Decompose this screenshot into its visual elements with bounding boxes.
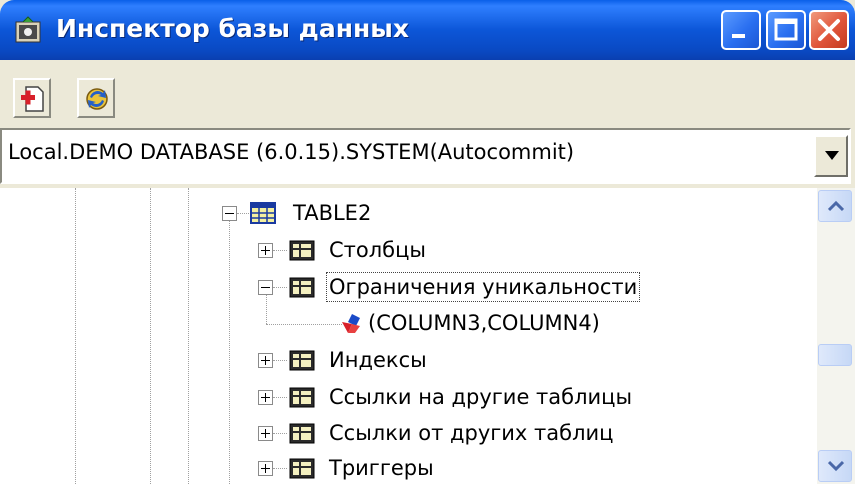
tree-node-label: TABLE2 — [293, 201, 372, 225]
tree-connector — [273, 468, 287, 469]
expand-toggle[interactable] — [258, 243, 273, 258]
title-bar[interactable]: Инспектор базы данных — [0, 0, 855, 60]
tree-connector — [273, 287, 287, 288]
tree-connector — [273, 397, 287, 398]
new-connection-button[interactable] — [13, 78, 51, 118]
connection-select[interactable]: Local.DEMO DATABASE (6.0.15).SYSTEM(Auto… — [0, 128, 851, 184]
close-button[interactable] — [809, 10, 849, 50]
tree-connector — [273, 250, 287, 251]
tree-connector — [266, 324, 342, 325]
minimize-icon — [732, 34, 745, 38]
unique-constraint-icon — [342, 314, 360, 333]
folder-icon — [289, 350, 315, 371]
database-inspector-icon — [15, 16, 41, 43]
tree-node-label: Триггеры — [329, 456, 434, 480]
refresh-icon — [86, 88, 108, 110]
folder-icon — [289, 240, 315, 261]
chevron-up-icon — [828, 200, 844, 212]
scroll-down-button[interactable] — [818, 450, 852, 482]
window-title: Инспектор базы данных — [56, 14, 409, 43]
expand-toggle[interactable] — [258, 426, 273, 441]
tree-node-label: Столбцы — [329, 238, 426, 262]
folder-icon — [289, 387, 315, 408]
refresh-button[interactable] — [77, 78, 115, 118]
connection-select-value: Local.DEMO DATABASE (6.0.15).SYSTEM(Auto… — [8, 140, 575, 164]
tree-guide-line — [150, 188, 151, 484]
expand-toggle[interactable] — [258, 461, 273, 476]
scroll-thumb[interactable] — [818, 344, 852, 366]
expand-toggle[interactable] — [258, 390, 273, 405]
tree-guide-line — [188, 188, 189, 484]
tree-connector — [273, 360, 287, 361]
folder-icon — [289, 458, 315, 479]
tree-node-label: Ссылки на другие таблицы — [329, 385, 633, 409]
tree-node-label: (COLUMN3,COLUMN4) — [368, 311, 600, 335]
vertical-scrollbar[interactable] — [817, 188, 855, 484]
tree-connector — [273, 433, 287, 434]
maximize-button[interactable] — [766, 10, 806, 50]
dropdown-button[interactable] — [814, 135, 848, 177]
document-add-icon — [21, 86, 44, 112]
table-icon — [250, 202, 276, 224]
minimize-button[interactable] — [721, 10, 761, 50]
tree-node-label: Индексы — [329, 348, 427, 372]
tree-connector — [237, 213, 249, 214]
database-tree[interactable]: TABLE2 Столбцы Ограничения уникальности — [0, 188, 855, 484]
collapse-toggle[interactable] — [222, 206, 237, 221]
maximize-icon — [774, 18, 798, 41]
toolbar — [0, 60, 855, 125]
chevron-down-icon — [828, 460, 844, 472]
chevron-down-icon — [825, 151, 839, 160]
tree-guide-line — [75, 188, 76, 484]
folder-icon — [289, 277, 315, 298]
tree-node-label: Ссылки от других таблиц — [329, 421, 614, 445]
folder-icon — [289, 423, 315, 444]
tree-guide-line — [229, 220, 230, 484]
expand-toggle[interactable] — [258, 353, 273, 368]
close-icon — [818, 19, 840, 41]
tree-guide-line — [266, 294, 267, 324]
scroll-up-button[interactable] — [818, 190, 852, 222]
collapse-toggle[interactable] — [258, 280, 273, 295]
tree-node-label-selected: Ограничения уникальности — [326, 272, 641, 302]
